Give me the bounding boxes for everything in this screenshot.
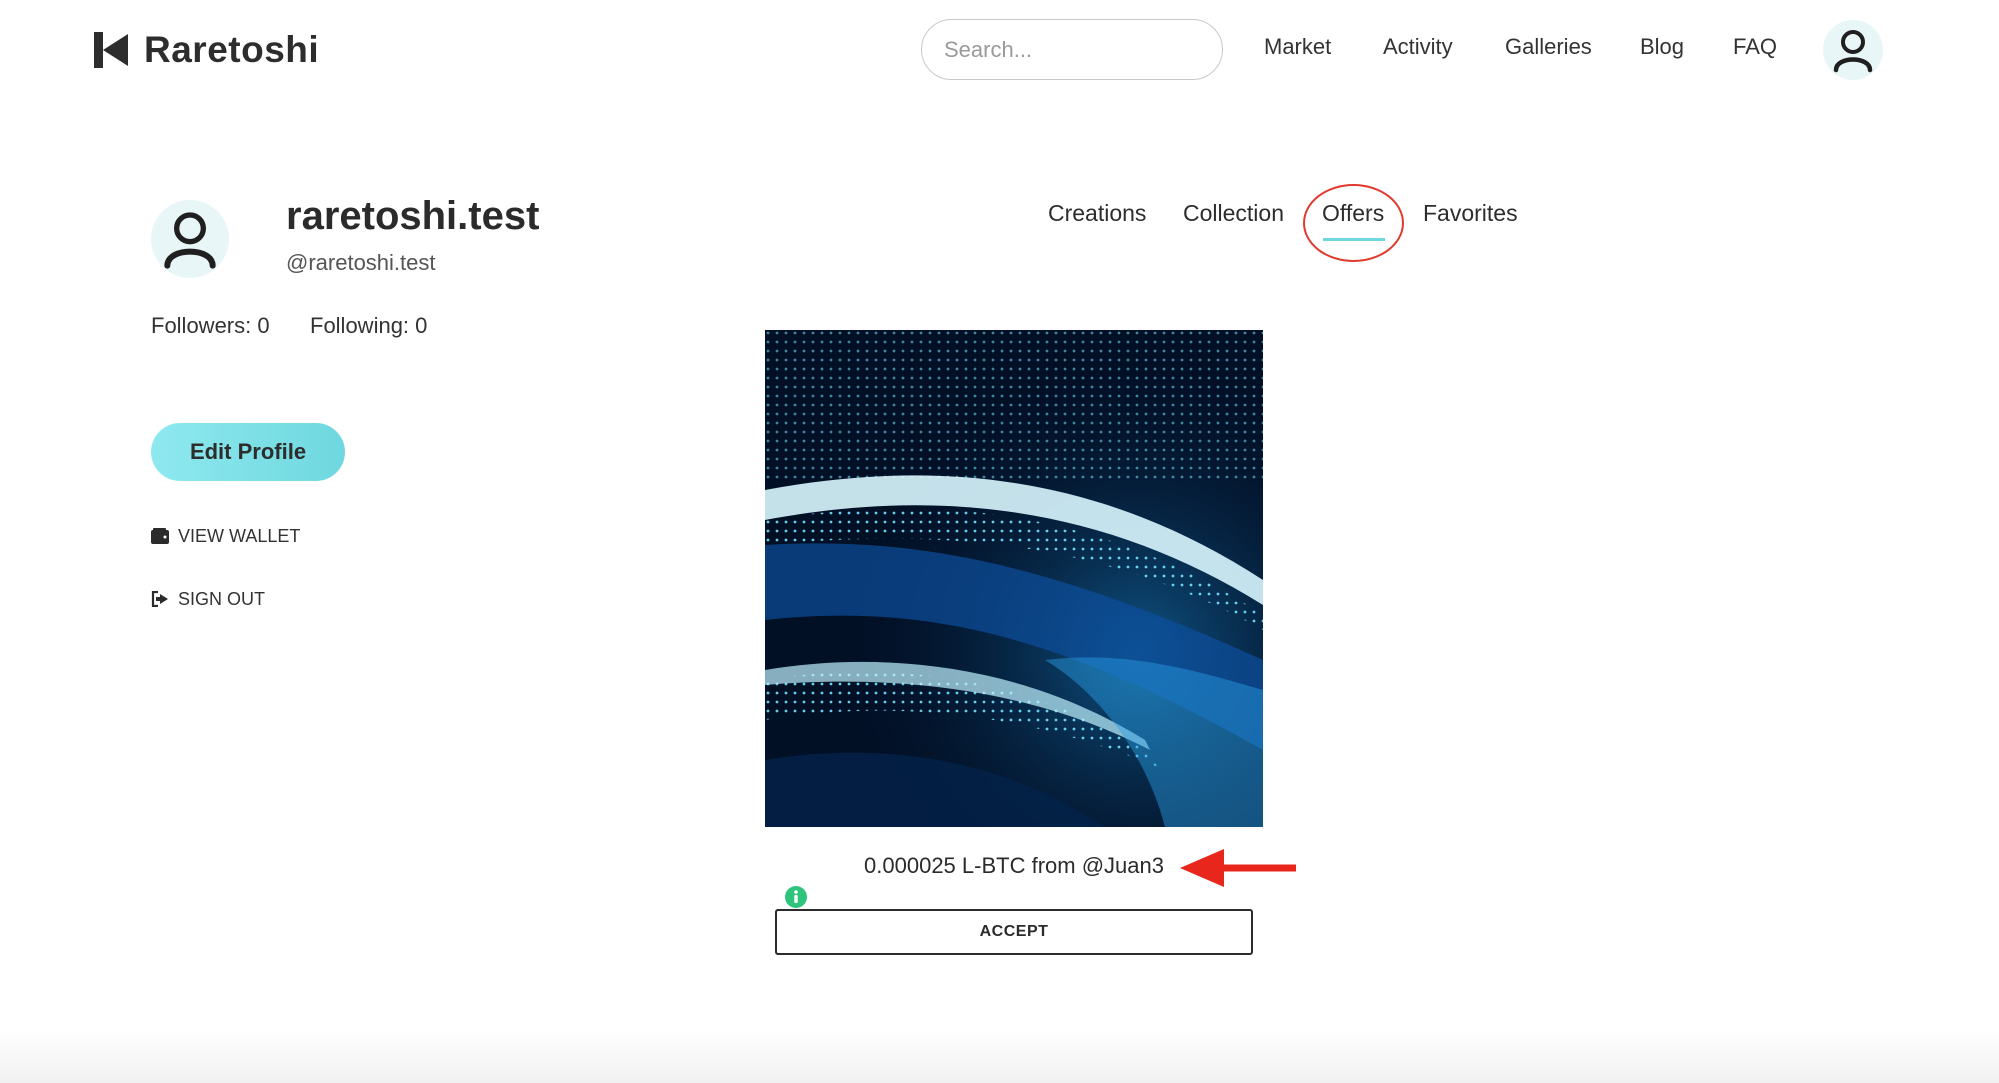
view-wallet-link[interactable]: VIEW WALLET bbox=[151, 524, 300, 548]
footer-shadow bbox=[0, 1030, 1999, 1083]
red-arrow-annotation bbox=[1180, 849, 1296, 887]
profile-handle: @raretoshi.test bbox=[286, 250, 436, 275]
tab-favorites[interactable]: Favorites bbox=[1423, 200, 1518, 227]
edit-profile-button[interactable]: Edit Profile bbox=[151, 423, 345, 481]
wallet-icon bbox=[151, 528, 169, 544]
tab-collection[interactable]: Collection bbox=[1183, 200, 1284, 227]
logo-text: Raretoshi bbox=[144, 29, 320, 70]
sign-out-link[interactable]: SIGN OUT bbox=[151, 587, 265, 611]
user-icon bbox=[164, 212, 216, 269]
info-icon[interactable] bbox=[785, 886, 807, 908]
nav-market[interactable]: Market bbox=[1264, 34, 1331, 64]
user-avatar-button[interactable] bbox=[1823, 20, 1883, 80]
page: Raretoshi Market Activity Galleries Blog… bbox=[0, 0, 1999, 1083]
profile-avatar bbox=[151, 200, 229, 278]
user-icon bbox=[1833, 30, 1873, 73]
nav-blog[interactable]: Blog bbox=[1640, 34, 1684, 64]
sign-out-label: SIGN OUT bbox=[178, 588, 266, 609]
logo-icon bbox=[94, 32, 128, 68]
followers-count[interactable]: Followers: 0 bbox=[151, 313, 270, 339]
sign-out-icon bbox=[151, 591, 168, 607]
logo[interactable]: Raretoshi bbox=[92, 28, 319, 72]
profile-name: raretoshi.test bbox=[286, 194, 540, 238]
nav-activity[interactable]: Activity bbox=[1383, 34, 1453, 64]
nav-galleries[interactable]: Galleries bbox=[1505, 34, 1592, 64]
view-wallet-label: VIEW WALLET bbox=[178, 525, 301, 546]
accept-button[interactable]: ACCEPT bbox=[775, 909, 1253, 955]
tab-creations[interactable]: Creations bbox=[1048, 200, 1146, 227]
following-count[interactable]: Following: 0 bbox=[310, 313, 427, 339]
search-input[interactable] bbox=[944, 36, 1232, 63]
artwork-image[interactable] bbox=[765, 330, 1263, 827]
artwork-graphic bbox=[765, 330, 1263, 827]
highlight-circle bbox=[1303, 184, 1404, 262]
search-box[interactable] bbox=[921, 19, 1232, 80]
nav-faq[interactable]: FAQ bbox=[1733, 34, 1777, 64]
